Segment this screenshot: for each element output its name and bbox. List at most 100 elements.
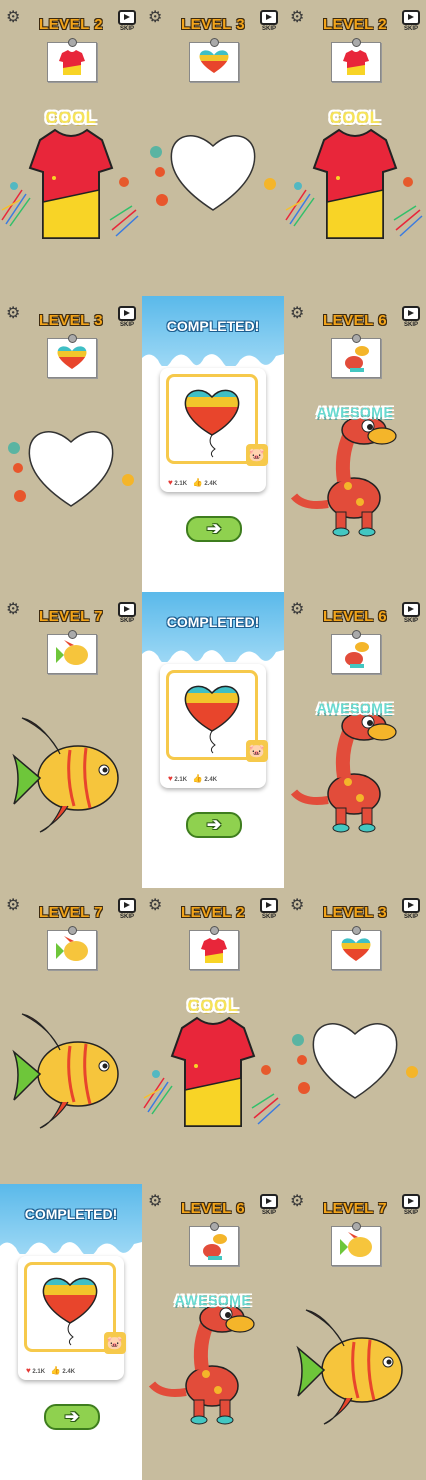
level-screen: ⚙ LEVEL 2 SKIP COOL	[284, 0, 426, 296]
heart-icon: ♥	[26, 1366, 31, 1375]
skip-button[interactable]: SKIP	[402, 602, 420, 624]
coloring-canvas[interactable]	[142, 90, 284, 270]
skip-button[interactable]: SKIP	[118, 898, 136, 920]
coloring-canvas[interactable]	[0, 682, 142, 862]
reaction-stats: ♥ 2.1K 👍 2.4K	[26, 1366, 75, 1375]
level-screen: ⚙ LEVEL 2 SKIP COOL	[0, 0, 142, 296]
heart-icon: ♥	[168, 478, 173, 487]
video-ad-icon	[402, 1194, 420, 1209]
reference-picture	[47, 334, 97, 378]
video-ad-icon	[402, 306, 420, 321]
skip-label: SKIP	[119, 322, 134, 328]
thumbs-up-icon: 👍	[192, 774, 203, 783]
completed-screen: COMPLETED! 🐷 ♥ 2.1K 👍 2.4K ➔	[142, 592, 284, 888]
video-ad-icon	[260, 10, 278, 25]
praise-text: COOL	[187, 996, 239, 1015]
thumbs-up-icon: 👍	[50, 1366, 61, 1375]
praise-text: AWESOME	[316, 700, 394, 716]
video-ad-icon	[402, 10, 420, 25]
level-screen: ⚙ LEVEL 7 SKIP	[0, 888, 142, 1184]
finished-picture	[166, 374, 258, 464]
praise-text: COOL	[329, 108, 381, 127]
coloring-canvas[interactable]	[284, 1274, 426, 1454]
skip-label: SKIP	[119, 914, 134, 920]
reference-picture	[189, 38, 239, 82]
skip-label: SKIP	[119, 618, 134, 624]
reference-picture	[47, 38, 97, 82]
thumbs-count: 2.4K	[62, 1369, 76, 1375]
reference-picture	[47, 630, 97, 674]
arrow-right-icon: ➔	[64, 1407, 80, 1426]
completed-title: COMPLETED!	[166, 318, 260, 334]
coloring-canvas[interactable]	[284, 978, 426, 1158]
avatar: 🐷	[246, 740, 268, 762]
likes-count: 2.1K	[174, 777, 188, 783]
avatar: 🐷	[246, 444, 268, 466]
skip-button[interactable]: SKIP	[260, 1194, 278, 1216]
completed-screen: COMPLETED! 🐷 ♥ 2.1K 👍 2.4K ➔	[142, 296, 284, 592]
skip-button[interactable]: SKIP	[402, 898, 420, 920]
arrow-right-icon: ➔	[206, 815, 222, 834]
reference-picture	[331, 38, 381, 82]
avatar: 🐷	[104, 1332, 126, 1354]
skip-label: SKIP	[261, 914, 276, 920]
coloring-canvas[interactable]	[0, 978, 142, 1158]
skip-label: SKIP	[403, 618, 418, 624]
praise-text: COOL	[45, 108, 97, 127]
skip-button[interactable]: SKIP	[402, 10, 420, 32]
level-screen: ⚙ LEVEL 3 SKIP	[0, 296, 142, 592]
completed-title: COMPLETED!	[24, 1206, 118, 1222]
skip-label: SKIP	[403, 322, 418, 328]
video-ad-icon	[260, 898, 278, 913]
finished-picture	[166, 670, 258, 760]
skip-button[interactable]: SKIP	[402, 306, 420, 328]
reaction-stats: ♥ 2.1K 👍 2.4K	[168, 478, 217, 487]
level-screen: ⚙ LEVEL 7 SKIP	[0, 592, 142, 888]
skip-button[interactable]: SKIP	[118, 306, 136, 328]
skip-button[interactable]: SKIP	[118, 602, 136, 624]
reference-picture	[189, 926, 239, 970]
coloring-canvas[interactable]	[0, 386, 142, 566]
skip-button[interactable]: SKIP	[260, 898, 278, 920]
video-ad-icon	[402, 898, 420, 913]
video-ad-icon	[260, 1194, 278, 1209]
completed-title: COMPLETED!	[166, 614, 260, 630]
next-button[interactable]: ➔	[44, 1404, 100, 1430]
finished-picture	[24, 1262, 116, 1352]
result-card: 🐷 ♥ 2.1K 👍 2.4K	[18, 1256, 126, 1380]
praise-text: AWESOME	[174, 1292, 252, 1308]
reference-picture	[47, 926, 97, 970]
skip-button[interactable]: SKIP	[118, 10, 136, 32]
result-card: 🐷 ♥ 2.1K 👍 2.4K	[160, 664, 268, 788]
likes-count: 2.1K	[32, 1369, 46, 1375]
skip-label: SKIP	[403, 26, 418, 32]
level-screen: ⚙ LEVEL 6 SKIP AWESOME	[284, 592, 426, 888]
reference-picture	[331, 334, 381, 378]
video-ad-icon	[118, 898, 136, 913]
reference-picture	[331, 1222, 381, 1266]
thumbs-count: 2.4K	[204, 777, 218, 783]
level-screen: ⚙ LEVEL 3 SKIP	[284, 888, 426, 1184]
skip-button[interactable]: SKIP	[260, 10, 278, 32]
skip-label: SKIP	[403, 1210, 418, 1216]
skip-label: SKIP	[403, 914, 418, 920]
screenshot-grid: ⚙ LEVEL 2 SKIP COOL ⚙ LEVEL 3 SKIP ⚙ LEV…	[0, 0, 426, 1480]
level-screen: ⚙ LEVEL 7 SKIP	[284, 1184, 426, 1480]
level-screen: ⚙ LEVEL 2 SKIP COOL	[142, 888, 284, 1184]
next-button[interactable]: ➔	[186, 516, 242, 542]
praise-text: AWESOME	[316, 404, 394, 420]
reference-picture	[331, 630, 381, 674]
reference-picture	[189, 1222, 239, 1266]
video-ad-icon	[402, 602, 420, 617]
skip-label: SKIP	[261, 26, 276, 32]
reference-picture	[331, 926, 381, 970]
skip-label: SKIP	[119, 26, 134, 32]
next-button[interactable]: ➔	[186, 812, 242, 838]
skip-label: SKIP	[261, 1210, 276, 1216]
level-screen: ⚙ LEVEL 6 SKIP AWESOME	[284, 296, 426, 592]
video-ad-icon	[118, 602, 136, 617]
heart-icon: ♥	[168, 774, 173, 783]
thumbs-count: 2.4K	[204, 481, 218, 487]
video-ad-icon	[118, 10, 136, 25]
skip-button[interactable]: SKIP	[402, 1194, 420, 1216]
